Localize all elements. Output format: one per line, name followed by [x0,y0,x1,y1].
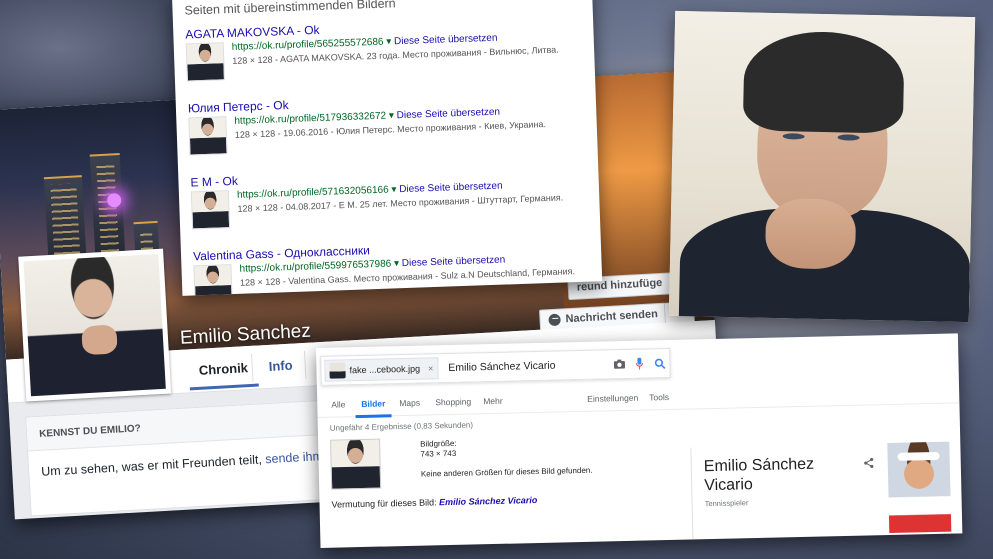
tab-divider [251,353,254,382]
translate-link[interactable]: Diese Seite übersetzen [394,33,498,48]
knowledge-panel: Emilio Sánchez Vicario Tennisspieler [690,441,963,548]
no-other-sizes: Keine anderen Größen für dieses Bild gef… [420,465,593,479]
card-text: Um zu sehen, was er mit Freunden teilt, [40,452,266,479]
image-size: Bildgröße: 743 × 743 [420,439,457,460]
profile-photo-enlarged [668,10,976,323]
best-guess-link[interactable]: Emilio Sánchez Vicario [439,495,537,507]
query-image-thumbnail[interactable] [330,438,382,490]
eye [837,134,860,141]
settings-link[interactable]: Einstellungen [587,393,638,404]
result-thumbnail[interactable] [190,190,231,230]
result-thumbnail[interactable] [188,116,228,156]
translate-link[interactable]: Diese Seite übersetzen [402,255,506,270]
tab-divider [303,350,307,379]
search-icon[interactable] [649,353,669,373]
send-message-label: Nachricht senden [565,308,659,326]
tab-shopping[interactable]: Shopping [435,396,471,407]
search-box[interactable]: fake ...cebook.jpg × Emilio Sánchez Vica… [320,347,671,386]
result-thumbnail[interactable] [185,42,225,82]
translate-link[interactable]: Diese Seite übersetzen [396,107,500,122]
messenger-icon [548,313,561,327]
tab-maps[interactable]: Maps [399,398,420,408]
knowledge-panel-photo[interactable] [887,441,952,534]
knowledge-panel-subtitle: Tennisspieler [704,498,749,509]
translate-link[interactable]: Diese Seite übersetzen [399,181,503,196]
result-item: Юлия Петерс - Ok https://ok.ru/profile/5… [188,88,586,158]
matching-pages-panel: Seiten mit übereinstimmenden Bildern AGA… [172,0,603,296]
camera-icon[interactable] [609,354,629,374]
tab-info[interactable]: Info [268,358,293,374]
reverse-image-search-panel: fake ...cebook.jpg × Emilio Sánchez Vica… [316,333,963,548]
result-item: AGATA MAKOVSKA - Ok https://ok.ru/profil… [185,14,583,84]
best-guess: Vermutung für dieses Bild: Emilio Sánche… [331,495,537,510]
tab-chronik[interactable]: Chronik [198,360,248,378]
tools-link[interactable]: Tools [649,392,669,402]
result-item: E M - Ok https://ok.ru/profile/571632056… [190,162,588,232]
close-icon[interactable]: × [428,363,433,373]
tab-alle[interactable]: Alle [331,399,345,409]
search-input[interactable]: Emilio Sánchez Vicario [448,358,609,374]
share-icon[interactable] [864,457,874,471]
microphone-icon[interactable] [629,353,649,373]
best-guess-label: Vermutung für dieses Bild: [331,497,437,510]
profile-picture[interactable] [18,248,172,402]
tab-mehr[interactable]: Mehr [483,396,503,406]
knowledge-panel-title: Emilio Sánchez Vicario [703,455,815,495]
tab-bilder[interactable]: Bilder [361,398,385,409]
image-chip[interactable]: fake ...cebook.jpg × [324,357,439,382]
result-count: Ungefähr 4 Ergebnisse (0,83 Sekunden) [329,420,474,433]
hand [764,197,857,270]
image-size-value[interactable]: 743 × 743 [420,449,457,460]
result-thumbnail[interactable] [193,264,233,296]
profile-photo [23,253,166,397]
image-chip-thumbnail [329,362,346,379]
image-chip-label: fake ...cebook.jpg [349,363,421,376]
